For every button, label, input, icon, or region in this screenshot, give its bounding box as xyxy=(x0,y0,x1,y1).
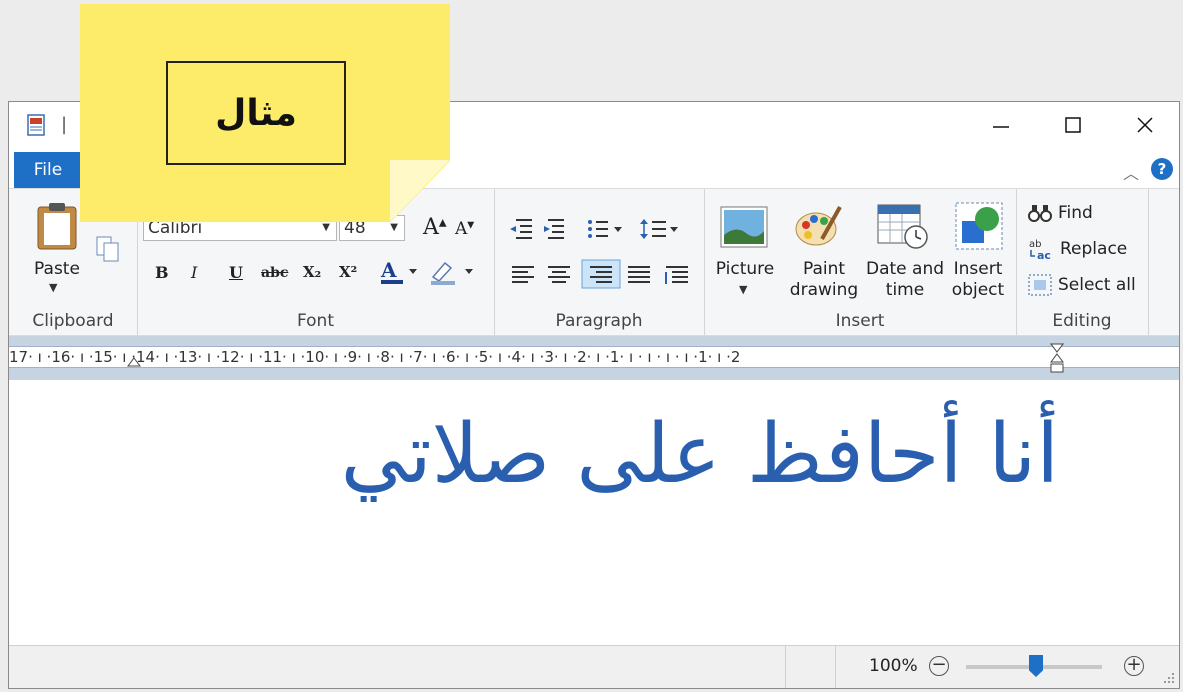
resize-grip-icon[interactable] xyxy=(1163,672,1175,684)
editing-group: Find ab ac Replace Select all Editing xyxy=(1016,189,1149,335)
bullet-list-icon[interactable] xyxy=(588,220,622,238)
clipboard-group-label: Clipboard xyxy=(32,311,114,331)
zoom-slider-thumb[interactable] xyxy=(1029,655,1043,677)
maximize-button[interactable] xyxy=(1037,102,1109,148)
align-left-icon[interactable] xyxy=(512,266,534,283)
insert-group: Picture ▼ Paint drawing Date and time In… xyxy=(704,189,1017,335)
picture-button[interactable]: Picture xyxy=(710,259,780,280)
document-body-text[interactable]: أنا أحافظ على صلاتي xyxy=(9,400,1059,510)
line-spacing-icon[interactable] xyxy=(640,219,678,239)
date-time-icon[interactable] xyxy=(876,203,930,251)
collapse-ribbon-icon[interactable]: ︿ xyxy=(1123,160,1139,184)
zoom-out-button[interactable]: − xyxy=(929,656,949,676)
select-all-label: Select all xyxy=(1058,275,1136,295)
paragraph-group: Paragraph xyxy=(494,189,705,335)
picture-icon[interactable] xyxy=(720,205,768,249)
help-icon[interactable]: ? xyxy=(1151,158,1173,180)
insert-object-icon[interactable] xyxy=(954,201,1004,251)
find-label: Find xyxy=(1058,203,1093,223)
italic-button[interactable]: I xyxy=(191,263,197,282)
paint-drawing-icon[interactable] xyxy=(794,201,844,251)
paragraph-bottom-row xyxy=(512,259,688,289)
font-group-label: Font xyxy=(296,311,334,331)
ruler[interactable]: 17· ı ·16· ı ·15· ı ·14· ı ·13· ı ·12· ı… xyxy=(9,336,1179,380)
ruler-strip: 17· ı ·16· ı ·15· ı ·14· ı ·13· ı ·12· ı… xyxy=(9,346,1179,368)
status-divider xyxy=(785,646,786,688)
paint-drawing-button[interactable]: Paint drawing xyxy=(784,259,864,301)
paste-button[interactable]: Paste xyxy=(27,259,87,280)
zoom-in-button[interactable]: + xyxy=(1124,656,1144,676)
select-all-button[interactable]: Select all xyxy=(1028,273,1136,297)
date-time-button[interactable]: Date and time xyxy=(862,259,948,301)
maximize-icon xyxy=(1065,117,1081,133)
ruler-numbers: 17· ı ·16· ı ·15· ı ·14· ı ·13· ı ·12· ı… xyxy=(9,348,741,366)
paste-icon[interactable] xyxy=(35,201,79,251)
title-separator: | xyxy=(61,114,68,135)
insert-group-label: Insert xyxy=(835,311,885,331)
picture-dropdown-icon[interactable]: ▼ xyxy=(739,283,747,296)
paragraph-settings-icon[interactable] xyxy=(665,266,688,284)
close-icon xyxy=(1137,117,1153,133)
paragraph-group-label: Paragraph xyxy=(555,311,643,331)
select-all-icon xyxy=(1028,274,1052,296)
svg-text:ac: ac xyxy=(1037,249,1051,261)
justify-icon[interactable] xyxy=(628,266,650,283)
sticky-note-label: مثال xyxy=(166,61,346,165)
paste-dropdown-icon[interactable]: ▼ xyxy=(49,281,57,294)
minimize-icon xyxy=(993,126,1009,128)
minimize-button[interactable] xyxy=(965,102,1037,148)
subscript-button[interactable]: X₂ xyxy=(303,263,321,281)
font-color-icon[interactable]: A xyxy=(379,257,419,287)
highlight-color-icon[interactable] xyxy=(429,257,479,287)
replace-label: Replace xyxy=(1060,239,1128,259)
superscript-button[interactable]: X² xyxy=(339,263,357,281)
status-divider xyxy=(835,646,836,688)
replace-button[interactable]: ab ac Replace xyxy=(1028,237,1127,261)
replace-icon: abac xyxy=(1029,239,1051,261)
decrease-indent-icon[interactable] xyxy=(510,219,532,239)
find-icon xyxy=(1028,205,1052,222)
zoom-level: 100% xyxy=(869,656,918,676)
find-button[interactable]: Find xyxy=(1028,201,1093,225)
copy-icon[interactable] xyxy=(95,235,121,263)
editing-group-label: Editing xyxy=(1052,311,1112,331)
bold-button[interactable]: B xyxy=(155,263,169,282)
right-indent-marker-icon[interactable] xyxy=(127,344,141,374)
close-button[interactable] xyxy=(1109,102,1181,148)
wordpad-app-icon[interactable] xyxy=(27,114,47,136)
svg-text:A: A xyxy=(380,258,397,282)
paragraph-top-row xyxy=(510,219,678,239)
insert-object-button[interactable]: Insert object xyxy=(940,259,1016,301)
grow-font-icon[interactable]: A▲ xyxy=(423,215,447,240)
align-center-icon[interactable] xyxy=(548,266,570,283)
underline-button[interactable]: U xyxy=(229,263,243,282)
left-indent-marker-icon[interactable] xyxy=(1049,342,1065,376)
shrink-font-icon[interactable]: A▼ xyxy=(455,219,474,239)
strikethrough-button[interactable]: abc xyxy=(261,265,288,281)
increase-indent-icon[interactable] xyxy=(544,219,564,239)
file-tab[interactable]: File xyxy=(14,152,82,188)
status-bar: 100% − + xyxy=(9,645,1179,688)
